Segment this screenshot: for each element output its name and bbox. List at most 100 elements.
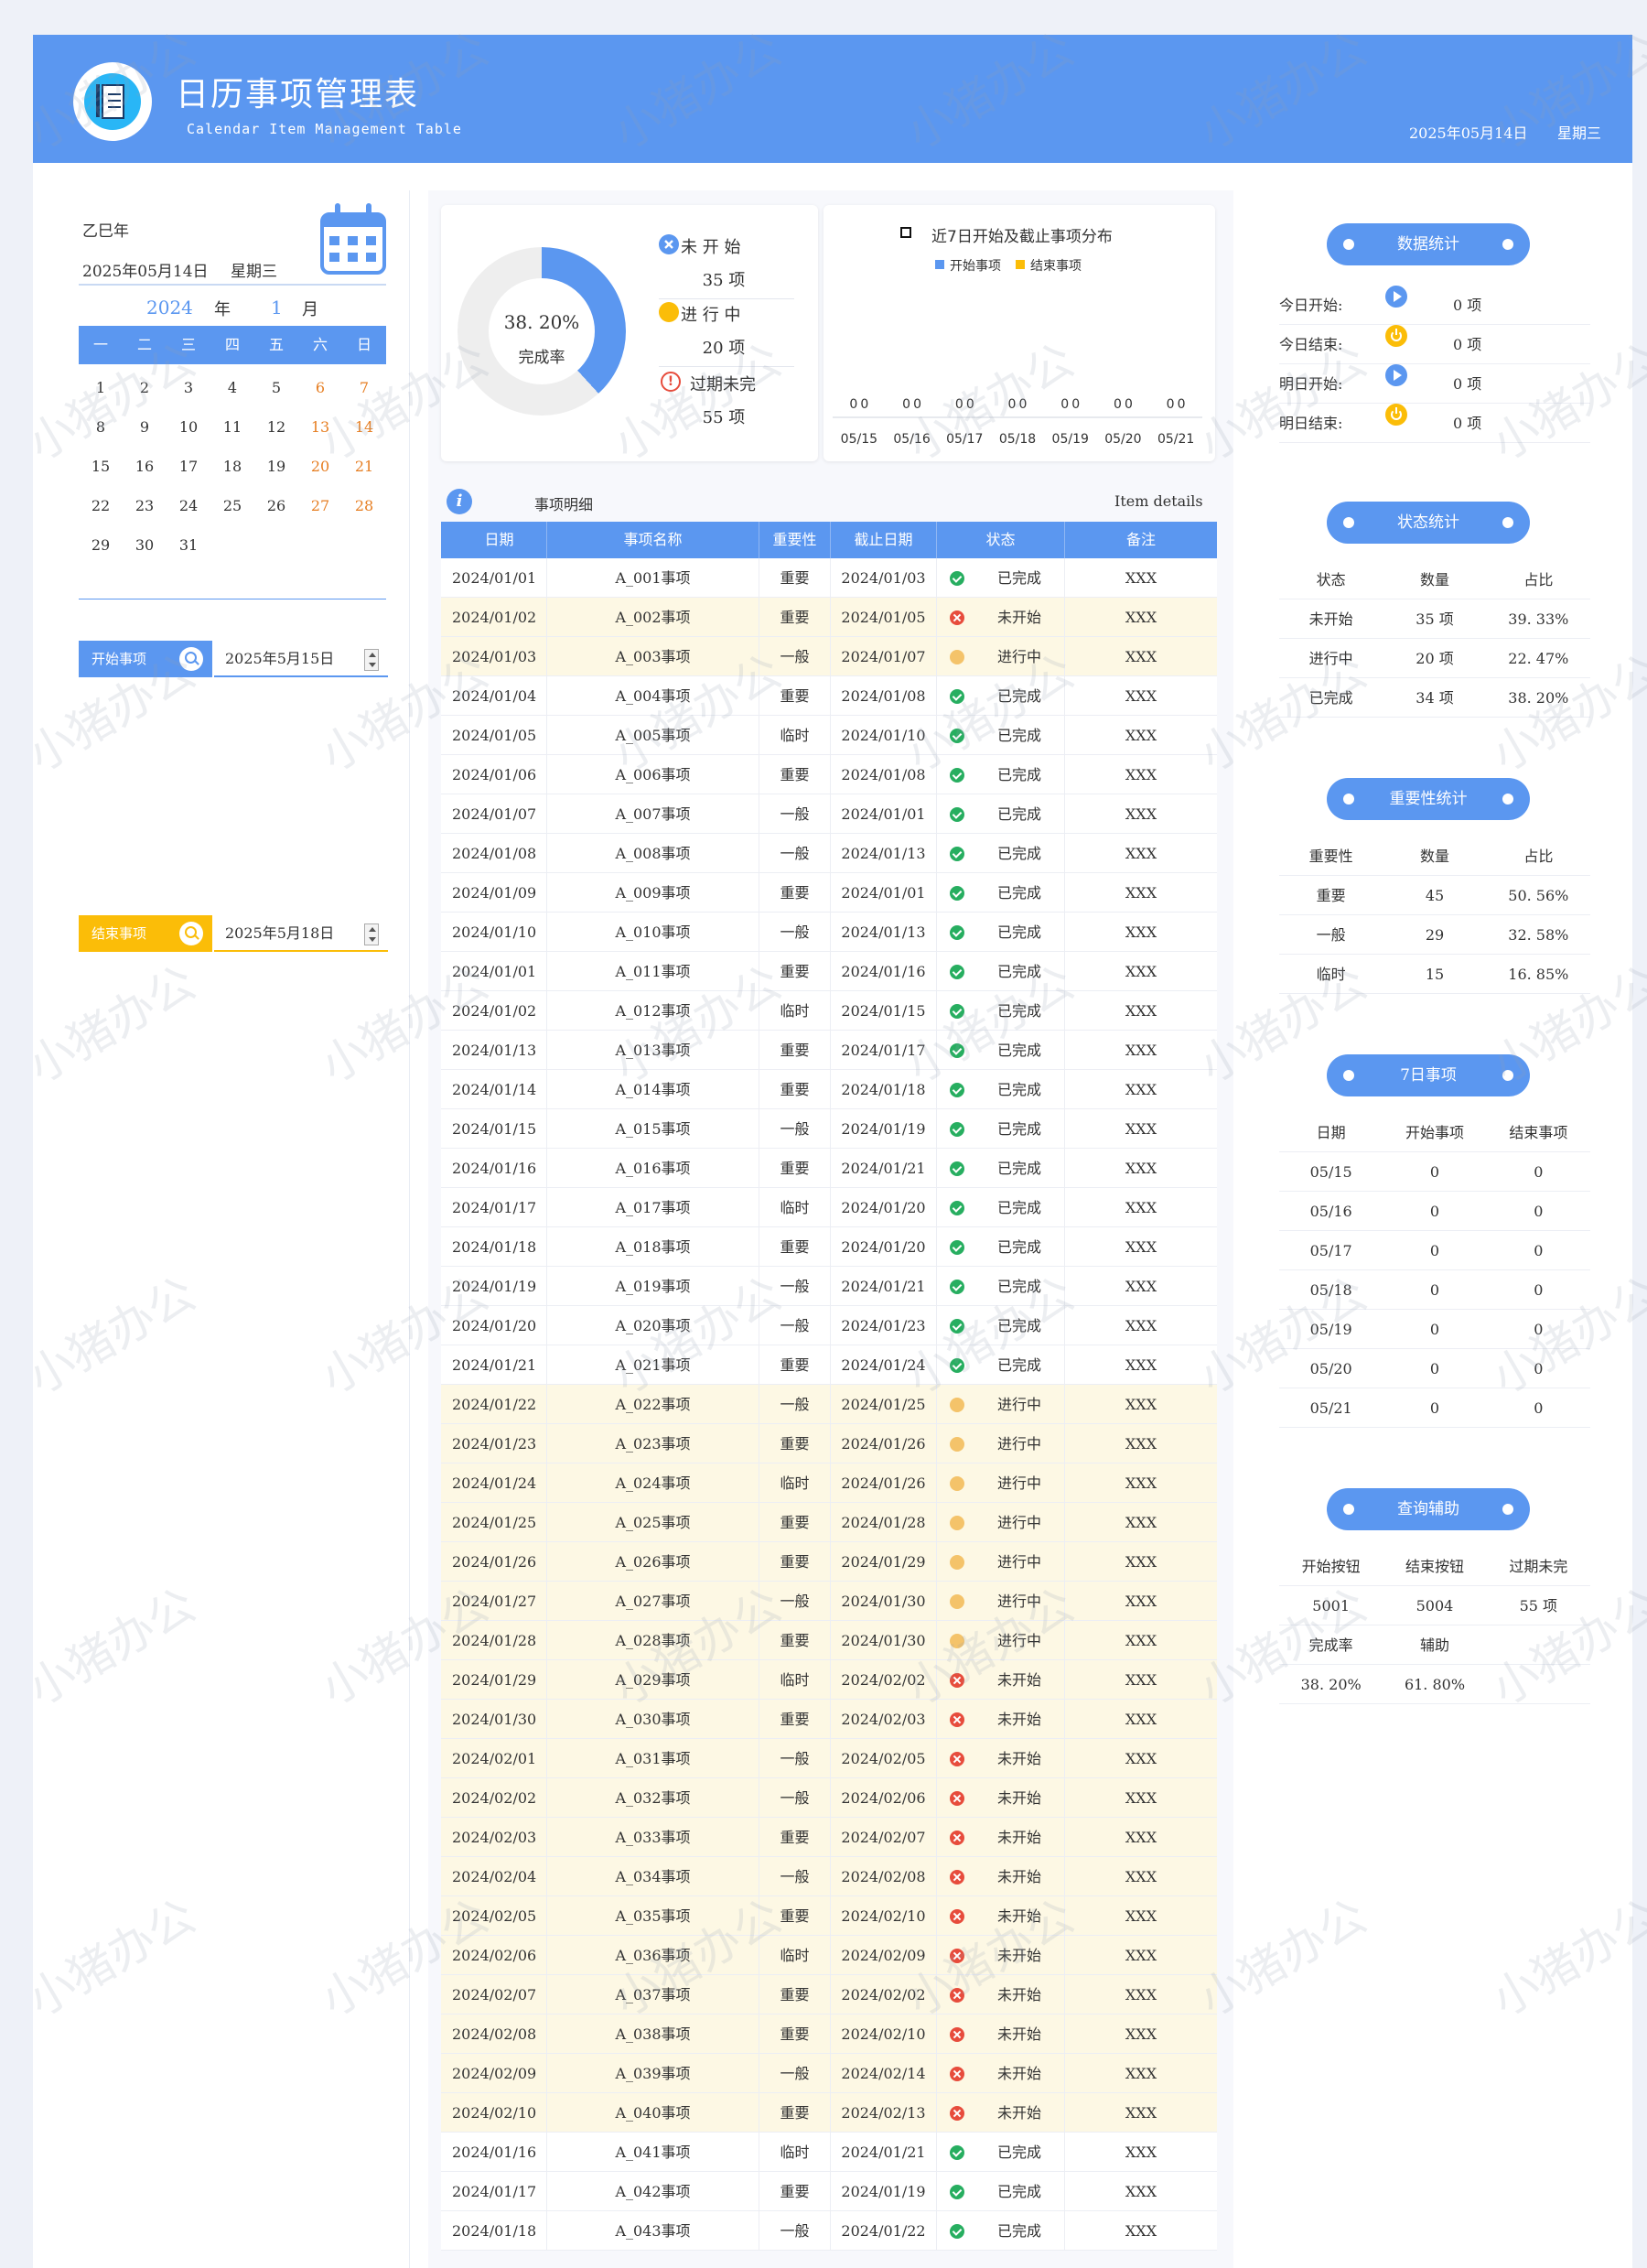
calendar-day[interactable]: 21: [342, 447, 386, 486]
start-date-spinner[interactable]: [364, 649, 379, 671]
table-row[interactable]: 2024/01/18 A_043事项 一般 2024/01/22 已完成 XXX: [441, 2211, 1217, 2251]
table-row[interactable]: 2024/01/22 A_022事项 一般 2024/01/25 进行中 XXX: [441, 1385, 1217, 1424]
calendar-day[interactable]: 19: [254, 447, 298, 486]
table-row[interactable]: 2024/01/02 A_002事项 重要 2024/01/05 未开始 XXX: [441, 598, 1217, 637]
table-row[interactable]: 2024/01/08 A_008事项 一般 2024/01/13 已完成 XXX: [441, 834, 1217, 873]
table-row[interactable]: 2024/01/30 A_030事项 重要 2024/02/03 未开始 XXX: [441, 1700, 1217, 1739]
table-row[interactable]: 2024/01/13 A_013事项 重要 2024/01/17 已完成 XXX: [441, 1031, 1217, 1070]
pill-dot-icon: [1502, 1070, 1513, 1081]
calendar-day[interactable]: 16: [123, 447, 167, 486]
power-icon[interactable]: [1385, 325, 1407, 347]
table-row[interactable]: 2024/01/29 A_029事项 临时 2024/02/02 未开始 XXX: [441, 1660, 1217, 1700]
table-row[interactable]: 2024/01/16 A_041事项 临时 2024/01/21 已完成 XXX: [441, 2133, 1217, 2172]
table-row[interactable]: 2024/02/04 A_034事项 一般 2024/02/08 未开始 XXX: [441, 1857, 1217, 1896]
table-row[interactable]: 2024/02/06 A_036事项 临时 2024/02/09 未开始 XXX: [441, 1936, 1217, 1975]
table-row[interactable]: 2024/01/05 A_005事项 临时 2024/01/10 已完成 XXX: [441, 716, 1217, 755]
column-header[interactable]: 备注: [1065, 522, 1217, 558]
table-row[interactable]: 2024/01/16 A_016事项 重要 2024/01/21 已完成 XXX: [441, 1149, 1217, 1188]
calendar-day[interactable]: 6: [298, 368, 342, 407]
column-header[interactable]: 重要性: [759, 522, 831, 558]
calendar-day[interactable]: 14: [342, 407, 386, 447]
calendar-day[interactable]: 9: [123, 407, 167, 447]
table-row[interactable]: 2024/01/19 A_019事项 一般 2024/01/21 已完成 XXX: [441, 1267, 1217, 1306]
table-row[interactable]: 2024/01/21 A_021事项 重要 2024/01/24 已完成 XXX: [441, 1345, 1217, 1385]
calendar-day[interactable]: 15: [79, 447, 123, 486]
calendar-year-input[interactable]: 2024: [146, 297, 193, 319]
calendar-day[interactable]: 24: [167, 486, 210, 525]
table-row[interactable]: 2024/01/01 A_011事项 重要 2024/01/16 已完成 XXX: [441, 952, 1217, 991]
play-icon[interactable]: [1385, 286, 1407, 308]
calendar-day[interactable]: 25: [210, 486, 254, 525]
table-row[interactable]: 2024/01/09 A_009事项 重要 2024/01/01 已完成 XXX: [441, 873, 1217, 913]
search-icon[interactable]: [179, 647, 203, 671]
calendar-day[interactable]: 31: [167, 525, 210, 565]
table-row[interactable]: 2024/01/15 A_015事项 一般 2024/01/19 已完成 XXX: [441, 1109, 1217, 1149]
table-row[interactable]: 2024/01/03 A_003事项 一般 2024/01/07 进行中 XXX: [441, 637, 1217, 676]
table-row[interactable]: 2024/01/17 A_042事项 重要 2024/01/19 已完成 XXX: [441, 2172, 1217, 2211]
calendar-day[interactable]: 5: [254, 368, 298, 407]
table-row[interactable]: 2024/01/02 A_012事项 临时 2024/01/15 已完成 XXX: [441, 991, 1217, 1031]
calendar-day[interactable]: 10: [167, 407, 210, 447]
table-row[interactable]: 2024/01/18 A_018事项 重要 2024/01/20 已完成 XXX: [441, 1227, 1217, 1267]
calendar-day[interactable]: 1: [79, 368, 123, 407]
end-date-spinner[interactable]: [364, 923, 379, 945]
column-header[interactable]: 状态: [937, 522, 1065, 558]
calendar-day[interactable]: 2: [123, 368, 167, 407]
table-row[interactable]: 2024/02/03 A_033事项 重要 2024/02/07 未开始 XXX: [441, 1818, 1217, 1857]
calendar-day[interactable]: 26: [254, 486, 298, 525]
power-icon[interactable]: [1385, 404, 1407, 426]
table-row[interactable]: 2024/01/27 A_027事项 一般 2024/01/30 进行中 XXX: [441, 1582, 1217, 1621]
start-date-input[interactable]: 2025年5月15日: [214, 641, 388, 677]
calendar-day[interactable]: 4: [210, 368, 254, 407]
table-row[interactable]: 2024/01/24 A_024事项 临时 2024/01/26 进行中 XXX: [441, 1463, 1217, 1503]
calendar-day[interactable]: 12: [254, 407, 298, 447]
table-row[interactable]: 2024/01/17 A_017事项 临时 2024/01/20 已完成 XXX: [441, 1188, 1217, 1227]
table-row[interactable]: 2024/02/02 A_032事项 一般 2024/02/06 未开始 XXX: [441, 1778, 1217, 1818]
table-row[interactable]: 2024/02/10 A_040事项 重要 2024/02/13 未开始 XXX: [441, 2093, 1217, 2133]
calendar-day[interactable]: 22: [79, 486, 123, 525]
calendar-day[interactable]: 13: [298, 407, 342, 447]
column-header[interactable]: 截止日期: [831, 522, 937, 558]
table-row[interactable]: 2024/01/01 A_001事项 重要 2024/01/03 已完成 XXX: [441, 558, 1217, 598]
table-row[interactable]: 2024/02/09 A_039事项 一般 2024/02/14 未开始 XXX: [441, 2054, 1217, 2093]
calendar-day[interactable]: 11: [210, 407, 254, 447]
calendar-day[interactable]: 27: [298, 486, 342, 525]
calendar-day[interactable]: 30: [123, 525, 167, 565]
column-header[interactable]: 日期: [441, 522, 547, 558]
table-row[interactable]: 2024/02/07 A_037事项 重要 2024/02/02 未开始 XXX: [441, 1975, 1217, 2014]
calendar-day[interactable]: 18: [210, 447, 254, 486]
table-row[interactable]: 2024/02/01 A_031事项 一般 2024/02/05 未开始 XXX: [441, 1739, 1217, 1778]
status-stats-header-row: 状态 数量 占比: [1279, 560, 1590, 599]
calendar-day[interactable]: 3: [167, 368, 210, 407]
end-date-input[interactable]: 2025年5月18日: [214, 915, 388, 952]
calendar-day[interactable]: 28: [342, 486, 386, 525]
calendar-month-input[interactable]: 1: [271, 297, 283, 319]
play-icon[interactable]: [1385, 364, 1407, 386]
table-row[interactable]: 2024/01/25 A_025事项 重要 2024/01/28 进行中 XXX: [441, 1503, 1217, 1542]
table-row[interactable]: 2024/01/10 A_010事项 一般 2024/01/13 已完成 XXX: [441, 913, 1217, 952]
table-row[interactable]: 2024/02/05 A_035事项 重要 2024/02/10 未开始 XXX: [441, 1896, 1217, 1936]
table-row[interactable]: 2024/01/04 A_004事项 重要 2024/01/08 已完成 XXX: [441, 676, 1217, 716]
column-header[interactable]: 事项名称: [547, 522, 759, 558]
calendar-day[interactable]: 7: [342, 368, 386, 407]
cell-due-date: 2024/01/01: [831, 873, 937, 912]
table-row[interactable]: 2024/01/07 A_007事项 一般 2024/01/01 已完成 XXX: [441, 794, 1217, 834]
table-row[interactable]: 2024/01/23 A_023事项 重要 2024/01/26 进行中 XXX: [441, 1424, 1217, 1463]
query-pill[interactable]: 查询辅助: [1327, 1488, 1530, 1530]
calendar-day[interactable]: 23: [123, 486, 167, 525]
calendar-day[interactable]: 29: [79, 525, 123, 565]
table-row[interactable]: 2024/01/14 A_014事项 重要 2024/01/18 已完成 XXX: [441, 1070, 1217, 1109]
status-stats-pill[interactable]: 状态统计: [1327, 502, 1530, 544]
data-stats-pill[interactable]: 数据统计: [1327, 223, 1530, 265]
importance-stats-pill[interactable]: 重要性统计: [1327, 778, 1530, 820]
table-row[interactable]: 2024/01/20 A_020事项 一般 2024/01/23 已完成 XXX: [441, 1306, 1217, 1345]
table-row[interactable]: 2024/01/06 A_006事项 重要 2024/01/08 已完成 XXX: [441, 755, 1217, 794]
search-icon[interactable]: [179, 922, 203, 945]
table-row[interactable]: 2024/02/08 A_038事项 重要 2024/02/10 未开始 XXX: [441, 2014, 1217, 2054]
calendar-day[interactable]: 20: [298, 447, 342, 486]
table-row[interactable]: 2024/01/28 A_028事项 重要 2024/01/30 进行中 XXX: [441, 1621, 1217, 1660]
calendar-day[interactable]: 17: [167, 447, 210, 486]
calendar-day[interactable]: 8: [79, 407, 123, 447]
seven-day-pill[interactable]: 7日事项: [1327, 1054, 1530, 1096]
table-row[interactable]: 2024/01/26 A_026事项 重要 2024/01/29 进行中 XXX: [441, 1542, 1217, 1582]
